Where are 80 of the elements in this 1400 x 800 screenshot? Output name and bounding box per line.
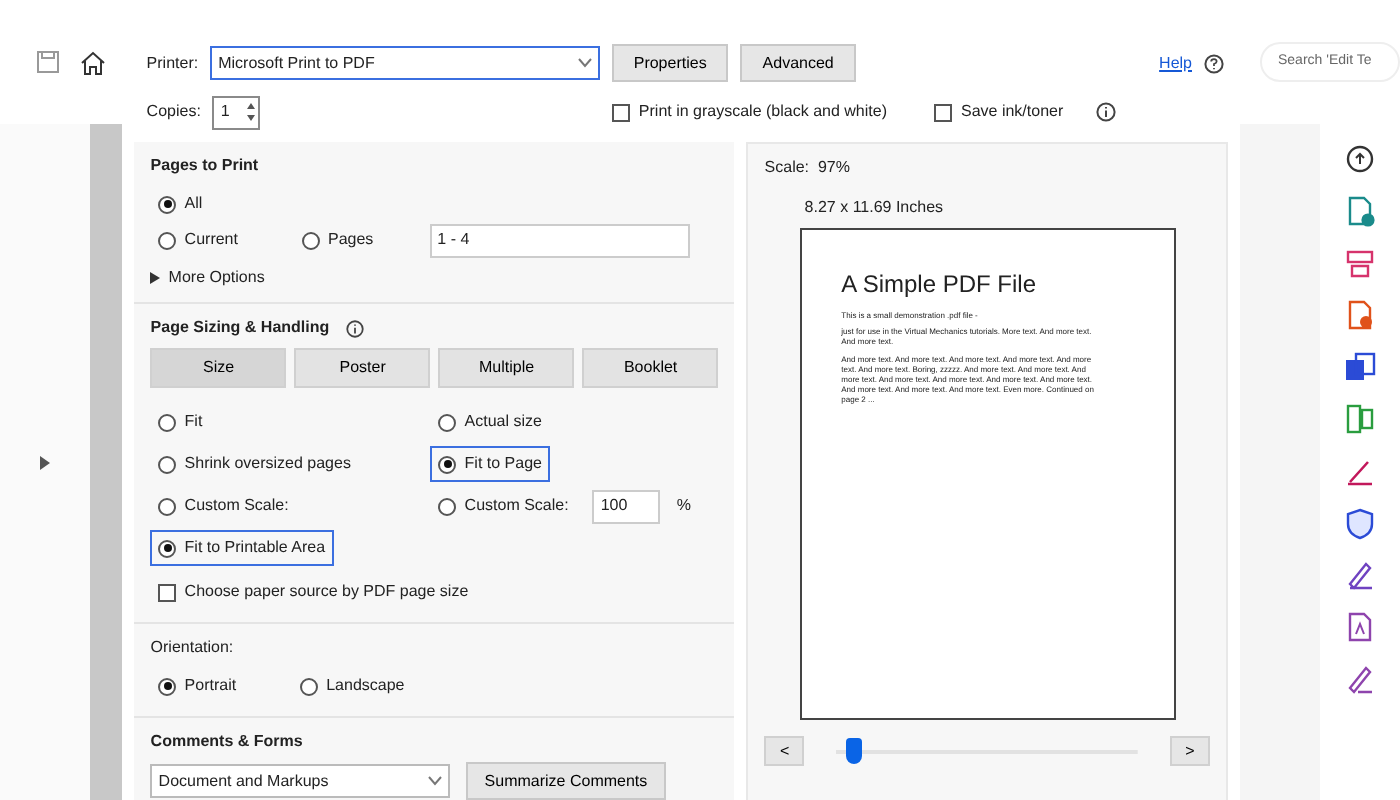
radio-button[interactable] (438, 413, 457, 431)
radio-label: Landscape (326, 674, 405, 698)
markup-dropdown[interactable]: Document and Markups (150, 764, 451, 798)
shield-icon[interactable] (1344, 508, 1376, 540)
document-stack-icon[interactable] (1344, 352, 1376, 384)
radio-button[interactable] (158, 539, 177, 557)
properties-button[interactable]: Properties (612, 44, 729, 82)
pen-icon[interactable] (1344, 560, 1376, 592)
radio-label: Fit to Printable Area (184, 536, 326, 560)
radio-label: Pages (327, 228, 374, 252)
chevron-icon[interactable] (428, 776, 443, 786)
checkbox[interactable] (158, 583, 177, 601)
previous-page-button[interactable]: < (764, 736, 805, 766)
printer-dropdown[interactable]: Microsoft Print to PDF (210, 46, 601, 80)
radio-label: Shrink oversized pages (184, 452, 351, 476)
tab[interactable]: Size (150, 348, 287, 388)
radio-button[interactable] (438, 455, 457, 473)
radio-button[interactable] (300, 677, 319, 695)
tab[interactable]: Multiple (438, 348, 575, 388)
scale-label: Scale: 97% (764, 156, 852, 180)
more-options-toggle[interactable]: More Options (168, 266, 265, 290)
section-title: Page Sizing & Handling (150, 316, 330, 340)
radio-button[interactable] (158, 413, 177, 431)
document-icon[interactable] (1344, 404, 1376, 436)
document-icon[interactable] (1344, 248, 1376, 280)
radio-label: All (184, 192, 203, 216)
document-add-icon[interactable] (1344, 196, 1376, 228)
highlighted-option[interactable]: Fit to Page (430, 446, 550, 482)
option-label: Print in grayscale (black and white) (638, 100, 887, 124)
highlighted-option[interactable]: Fit to Printable Area (150, 530, 334, 566)
copies-spinner[interactable]: 1 (212, 95, 261, 129)
option-label: Save ink/toner (960, 100, 1064, 124)
radio-button[interactable] (158, 677, 177, 695)
radio-button[interactable] (158, 497, 177, 515)
scale-field[interactable]: 100 (592, 489, 661, 523)
spin-arrows-icon[interactable] (246, 100, 257, 124)
help-icon[interactable] (1204, 53, 1224, 73)
radio-label: Custom Scale: (184, 494, 289, 518)
copies-label: Copies: (146, 100, 201, 124)
document-icon[interactable] (1344, 612, 1376, 644)
summarize-comments-button[interactable]: Summarize Comments (466, 762, 666, 800)
advanced-button[interactable]: Advanced (740, 44, 857, 82)
tab[interactable]: Poster (294, 348, 431, 388)
printer-label: Printer: (146, 51, 199, 75)
tab[interactable]: Booklet (582, 348, 719, 388)
radio-button[interactable] (438, 497, 457, 515)
comment-icon[interactable] (1344, 144, 1376, 176)
radio-label: Fit to Page (464, 452, 542, 476)
expand-arrow-icon[interactable] (40, 455, 50, 469)
percent-label: % (676, 494, 691, 518)
pen-icon[interactable] (1344, 664, 1376, 696)
section-title: Pages to Print (150, 154, 261, 178)
info-icon[interactable] (1095, 102, 1116, 122)
radio-label: Custom Scale: (464, 494, 569, 518)
radio-label: Current (184, 228, 238, 252)
radio-label: Fit (184, 410, 203, 434)
radio-button[interactable] (158, 231, 177, 249)
page-size-label: 8.27 x 11.69 Inches (802, 196, 946, 220)
radio-label: Portrait (184, 674, 237, 698)
slider-thumb[interactable] (845, 737, 862, 763)
expand-arrow-icon[interactable] (150, 272, 161, 284)
document-icon[interactable] (1344, 300, 1376, 332)
radio-button[interactable] (301, 231, 320, 249)
section-title: Comments & Forms (150, 730, 305, 754)
info-icon[interactable] (345, 319, 364, 337)
radio-button[interactable] (158, 455, 177, 473)
section-title: Orientation: (150, 636, 236, 660)
help-link[interactable]: Help (1159, 51, 1192, 75)
chevron-icon (578, 58, 593, 68)
pages-range-field[interactable]: 1 - 4 (429, 223, 690, 257)
checkbox[interactable] (934, 103, 953, 121)
radio-button[interactable] (158, 195, 177, 213)
option-label: Choose paper source by PDF page size (184, 580, 469, 604)
home-icon[interactable] (80, 49, 106, 75)
checkbox[interactable] (612, 103, 631, 121)
radio-label: Actual size (464, 410, 542, 434)
pen-icon[interactable] (1344, 456, 1376, 488)
save-icon[interactable] (36, 50, 60, 74)
document-title: A Simple PDF File (841, 268, 1038, 302)
next-page-button[interactable]: > (1170, 736, 1210, 766)
